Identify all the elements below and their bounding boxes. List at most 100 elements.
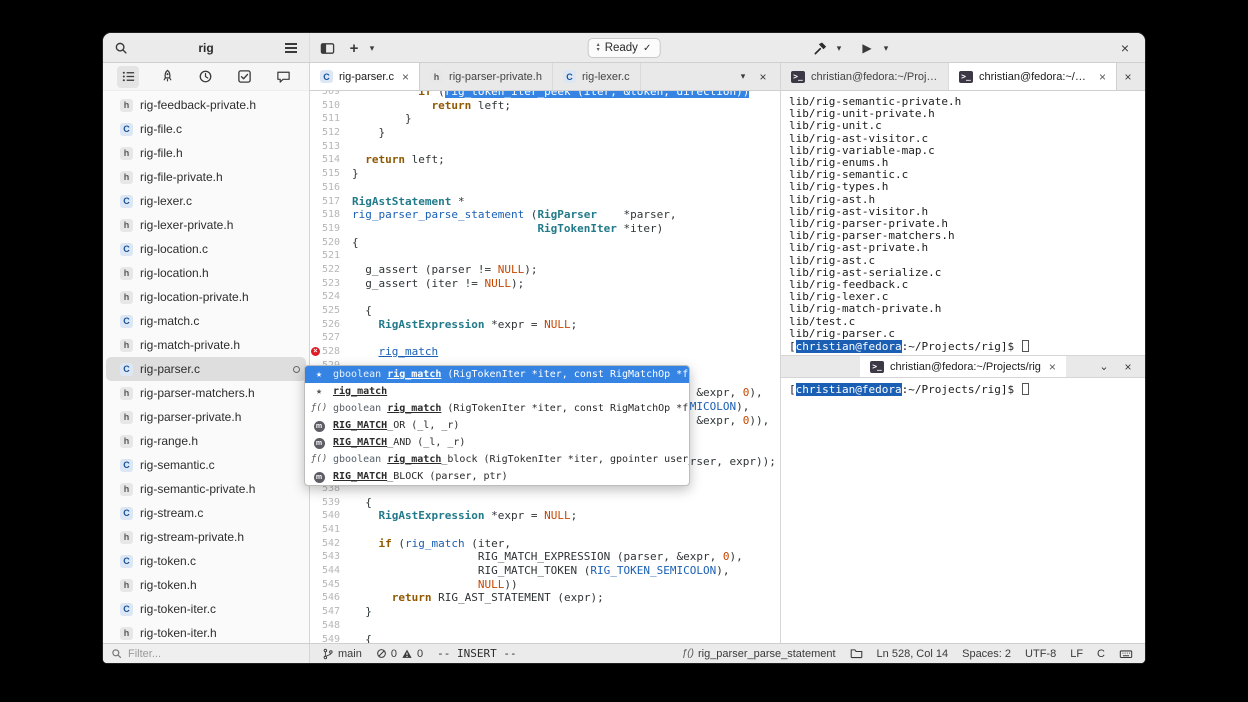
symbol-name: rig_parser_parse_statement	[697, 647, 836, 660]
cursor-position[interactable]: Ln 528, Col 14	[877, 648, 949, 660]
file-list: h rig-feedback-private.h Crig-file.c h rig-f…	[103, 91, 309, 643]
history-panel-button[interactable]	[195, 66, 217, 88]
editor-tab[interactable]: Crig-parser.c ×	[310, 63, 421, 90]
editor-close-button[interactable]: ×	[752, 66, 774, 88]
file-item[interactable]: h rig-token-iter.h	[106, 621, 306, 643]
panel-close-button[interactable]: ×	[1117, 66, 1139, 88]
run-button[interactable]: ▶	[856, 37, 878, 59]
file-item[interactable]: h rig-match-private.h	[106, 333, 306, 357]
terminal-icon: >_	[870, 360, 885, 373]
diagnostics[interactable]: 0 0	[376, 648, 423, 660]
indentation-setting[interactable]: Spaces: 2	[962, 648, 1011, 660]
menu-button[interactable]	[280, 37, 302, 59]
omnibar-status[interactable]: ▴ ▾ Ready ✓	[587, 38, 661, 58]
file-item[interactable]: Crig-token.c	[106, 549, 306, 573]
completion-item[interactable]: ★ gboolean rig_match (RigTokenIter *iter,…	[305, 366, 689, 383]
completion-item[interactable]: ƒ() gboolean rig_match (RigTokenIter *ite…	[305, 400, 689, 417]
code-line: 527	[310, 331, 780, 345]
language-setting[interactable]: C	[1097, 648, 1105, 660]
build-panel-button[interactable]	[156, 66, 178, 88]
code-line: 517 RigAstStatement *	[310, 195, 780, 209]
file-item[interactable]: h rig-location-private.h	[106, 285, 306, 309]
code-text: g_assert (parser != NULL);	[352, 262, 538, 276]
filter-input[interactable]	[128, 647, 268, 660]
code-text: {	[352, 304, 372, 317]
line-number: 547	[321, 606, 340, 618]
file-item[interactable]: h rig-file.h	[106, 141, 306, 165]
code-line: 513	[310, 140, 780, 154]
editor-tab[interactable]: h rig-parser-private.h	[420, 63, 553, 90]
tab-list-chevron-icon[interactable]: ▾	[736, 66, 750, 88]
file-item[interactable]: h rig-token.h	[106, 573, 306, 597]
terminal-bottom-tab[interactable]: >_ christian@fedora:~/Projects/rig ×	[860, 356, 1066, 377]
new-tab-chevron-icon[interactable]: ▾	[365, 37, 379, 59]
completion-item[interactable]: ƒ() gboolean rig_match_block (RigTokenIte…	[305, 451, 689, 468]
line-number: 513	[321, 140, 340, 152]
editor-tab[interactable]: Crig-lexer.c	[553, 63, 641, 90]
panel-chevron-icon[interactable]: ⌄	[1097, 356, 1111, 378]
file-item[interactable]: h rig-feedback-private.h	[106, 93, 306, 117]
file-item[interactable]: h rig-range.h	[106, 429, 306, 453]
line-ending-setting[interactable]: LF	[1070, 648, 1083, 660]
build-options-chevron-icon[interactable]: ▾	[832, 37, 846, 59]
line-number: 515	[321, 168, 340, 180]
completion-item[interactable]: m RIG_MATCH_AND (_l, _r)	[305, 434, 689, 451]
project-tree-button[interactable]	[117, 65, 140, 88]
current-symbol[interactable]: ƒ() rig_parser_parse_statement	[682, 648, 836, 660]
file-item[interactable]: h rig-parser-matchers.h	[106, 381, 306, 405]
terminal-tab-1[interactable]: >_ christian@fedora:~/Projects/rig	[781, 63, 949, 90]
line-number: 517	[321, 195, 340, 207]
file-item[interactable]: Crig-token-iter.c	[106, 597, 306, 621]
terminal-tab-2[interactable]: >_ christian@fedora:~/Projects… ×	[949, 63, 1117, 90]
completion-item[interactable]: m RIG_MATCH_OR (_l, _r)	[305, 417, 689, 434]
line-number: 527	[321, 332, 340, 344]
tab-close-icon[interactable]: ×	[400, 70, 409, 84]
git-branch[interactable]: main	[322, 648, 362, 660]
search-button[interactable]	[110, 37, 132, 59]
file-item[interactable]: h rig-location.h	[106, 261, 306, 285]
file-item[interactable]: Crig-semantic.c	[106, 453, 306, 477]
file-name: rig-range.h	[140, 434, 199, 448]
terminal-bottom-output: [christian@fedora:~/Projects/rig]$	[781, 378, 1145, 401]
project-folder-button[interactable]	[850, 647, 863, 660]
file-item[interactable]: Crig-stream.c	[106, 501, 306, 525]
completion-item[interactable]: ★ rig_match	[305, 383, 689, 400]
tab-close-icon[interactable]: ×	[1047, 360, 1056, 374]
file-item[interactable]: h rig-parser-private.h	[106, 405, 306, 429]
run-options-chevron-icon[interactable]: ▾	[879, 37, 893, 59]
file-item[interactable]: Crig-location.c	[106, 237, 306, 261]
terminal-top[interactable]: lib/rig-semantic-private.h lib/rig-unit-p…	[781, 91, 1145, 355]
build-button[interactable]	[809, 37, 831, 59]
file-item[interactable]: h rig-file-private.h	[106, 165, 306, 189]
file-item[interactable]: h rig-stream-private.h	[106, 525, 306, 549]
file-name: rig-lexer.c	[140, 194, 193, 208]
file-type-icon: h	[120, 482, 133, 496]
line-number: 522	[321, 263, 340, 275]
toggle-left-panel-button[interactable]	[316, 37, 338, 59]
file-item[interactable]: Crig-lexer.c	[106, 189, 306, 213]
file-item[interactable]: Crig-file.c	[106, 117, 306, 141]
todo-panel-button[interactable]	[234, 66, 256, 88]
new-tab-button[interactable]: +	[343, 37, 365, 59]
encoding-setting[interactable]: UTF-8	[1025, 648, 1056, 660]
folder-icon	[850, 649, 862, 659]
file-item[interactable]: h rig-lexer-private.h	[106, 213, 306, 237]
tab-close-icon[interactable]: ×	[1097, 70, 1106, 84]
bottom-panel-controls: ⌄ ×	[1097, 356, 1139, 377]
line-number: 519	[321, 222, 340, 234]
bottom-panel-close-button[interactable]: ×	[1117, 356, 1139, 378]
keyboard-button[interactable]	[1119, 647, 1133, 661]
code-line: 525 {	[310, 304, 780, 318]
completion-item[interactable]: m RIG_MATCH_BLOCK (parser, ptr)	[305, 468, 689, 485]
line-number: 514	[321, 154, 340, 166]
terminal-bottom[interactable]: [christian@fedora:~/Projects/rig]$	[781, 378, 1145, 643]
file-item[interactable]: Crig-match.c	[106, 309, 306, 333]
terminal-line: lib/rig-ast-private.h	[789, 241, 929, 255]
file-item[interactable]: h rig-semantic-private.h	[106, 477, 306, 501]
messages-panel-button[interactable]	[273, 66, 295, 88]
keyboard-icon	[1119, 649, 1133, 658]
file-item[interactable]: Crig-parser.c	[106, 357, 306, 381]
window-close-button[interactable]: ×	[1115, 38, 1135, 58]
